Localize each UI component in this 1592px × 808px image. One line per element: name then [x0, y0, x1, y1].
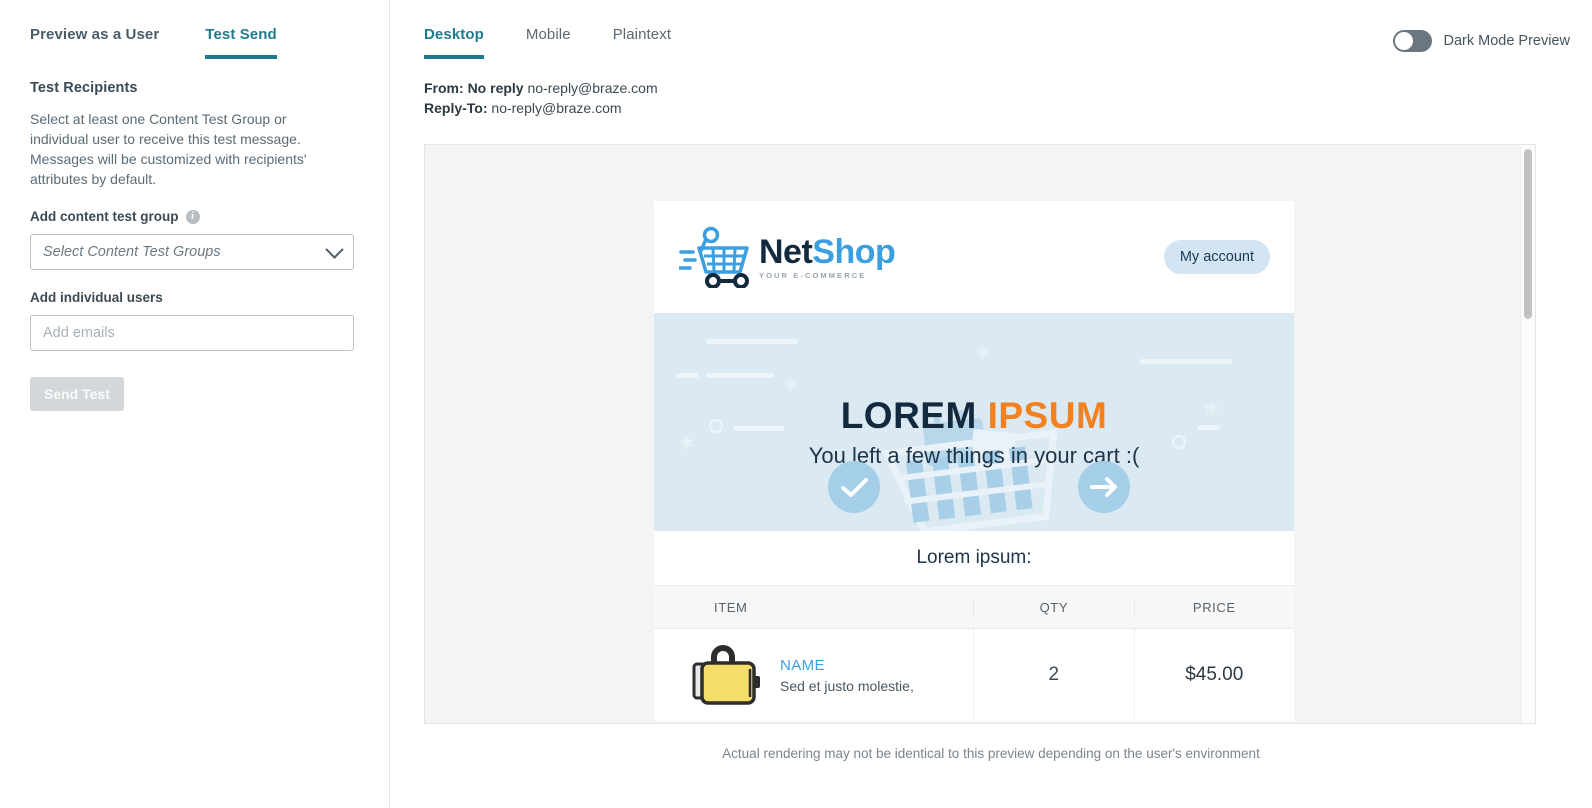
content-test-group-label-text: Add content test group — [30, 209, 179, 224]
brand-name-dark: Net — [759, 232, 813, 271]
content-test-group-select[interactable]: Select Content Test Groups — [30, 234, 354, 270]
check-icon — [828, 461, 880, 513]
brand-tagline: YOUR E-COMMERCE — [759, 270, 867, 280]
brand-name: NetShop — [759, 232, 896, 271]
info-icon[interactable]: i — [185, 209, 200, 224]
cart-item-price: $45.00 — [1133, 629, 1294, 721]
sender-info: From: No reply no-reply@braze.com Reply-… — [424, 78, 1592, 118]
dark-mode-toggle[interactable] — [1393, 30, 1433, 52]
cart-item-qty: 2 — [973, 629, 1133, 721]
email-hero-banner: ✱ ✱ ✱ ✱ LOREM IPSUM You left a few thing… — [654, 313, 1294, 531]
shopping-cart-icon — [679, 226, 749, 288]
hero-subtitle: You left a few things in your cart :( — [808, 443, 1140, 468]
from-line: From: No reply no-reply@braze.com — [424, 78, 1592, 98]
reply-to-email: no-reply@braze.com — [491, 100, 622, 116]
hero-title: LOREM IPSUM — [654, 395, 1294, 437]
tab-desktop[interactable]: Desktop — [424, 0, 484, 59]
table-row: NAME Sed et justo molestie, 2 $45.00 — [654, 629, 1294, 721]
cart-item-cell: NAME Sed et justo molestie, — [654, 644, 973, 706]
reply-to-label: Reply-To: — [424, 100, 488, 116]
chevron-down-icon — [325, 239, 344, 259]
from-email: no-reply@braze.com — [527, 80, 658, 96]
tab-test-send[interactable]: Test Send — [205, 0, 277, 59]
add-emails-placeholder: Add emails — [43, 325, 115, 341]
add-emails-input[interactable]: Add emails — [30, 315, 354, 351]
dark-mode-toggle-knob — [1395, 32, 1414, 50]
dark-mode-preview-control: Dark Mode Preview — [1393, 30, 1570, 52]
decor-asterisk: ✱ — [976, 344, 991, 363]
send-test-button[interactable]: Send Test — [30, 377, 124, 411]
decor-dash — [1140, 359, 1232, 364]
tab-plaintext[interactable]: Plaintext — [613, 0, 671, 59]
tab-preview-as-a-user[interactable]: Preview as a User — [30, 0, 159, 59]
cart-item-text: NAME Sed et justo molestie, — [780, 657, 914, 694]
hero-title-orange: IPSUM — [987, 395, 1108, 436]
column-header-item: ITEM — [714, 599, 748, 615]
content-test-group-label: Add content test group i — [30, 209, 389, 224]
dark-mode-label: Dark Mode Preview — [1443, 33, 1570, 49]
decor-dash — [676, 373, 698, 378]
yellow-bag-image — [692, 645, 760, 705]
brand-logo: NetShop YOUR E-COMMERCE — [679, 226, 896, 288]
email-preview-viewport[interactable]: NetShop YOUR E-COMMERCE My account ✱ ✱ ✱… — [424, 144, 1536, 724]
individual-users-label: Add individual users — [30, 290, 389, 305]
decor-dash — [706, 339, 798, 344]
preview-scrollbar-track[interactable] — [1520, 145, 1535, 723]
left-tab-bar: Preview as a User Test Send — [0, 0, 389, 62]
content-test-group-placeholder: Select Content Test Groups — [43, 244, 221, 260]
brand-name-blue: Shop — [812, 232, 896, 271]
from-label: From: — [424, 80, 464, 96]
column-header-qty: QTY — [973, 599, 1133, 615]
cart-item-description: Sed et justo molestie, — [780, 677, 914, 694]
preview-scrollbar-thumb[interactable] — [1524, 149, 1532, 319]
decor-asterisk: ✱ — [784, 376, 799, 395]
my-account-button[interactable]: My account — [1163, 240, 1270, 274]
email-header: NetShop YOUR E-COMMERCE My account — [654, 201, 1294, 313]
column-header-price: PRICE — [1133, 599, 1294, 615]
tab-mobile[interactable]: Mobile — [526, 0, 571, 59]
hero-text-block: LOREM IPSUM You left a few things in you… — [654, 395, 1294, 469]
individual-users-label-text: Add individual users — [30, 290, 163, 305]
from-name: No reply — [467, 80, 524, 96]
preview-disclaimer: Actual rendering may not be identical to… — [722, 746, 1260, 761]
email-preview-panel: Desktop Mobile Plaintext Dark Mode Previ… — [390, 0, 1592, 808]
email-section-heading: Lorem ipsum: — [654, 531, 1294, 585]
email-body: NetShop YOUR E-COMMERCE My account ✱ ✱ ✱… — [654, 201, 1294, 721]
decor-dash — [706, 373, 774, 378]
test-send-panel: Preview as a User Test Send Test Recipie… — [0, 0, 390, 808]
arrow-right-icon — [1078, 461, 1130, 513]
cart-table-header: ITEM QTY PRICE — [654, 585, 1294, 629]
test-recipients-heading: Test Recipients — [30, 80, 138, 96]
reply-to-line: Reply-To: no-reply@braze.com — [424, 98, 1592, 118]
test-recipients-description: Select at least one Content Test Group o… — [30, 111, 307, 187]
brand-text: NetShop YOUR E-COMMERCE — [759, 232, 896, 280]
cart-item-name[interactable]: NAME — [780, 657, 914, 674]
hero-title-dark: LOREM — [840, 395, 977, 436]
